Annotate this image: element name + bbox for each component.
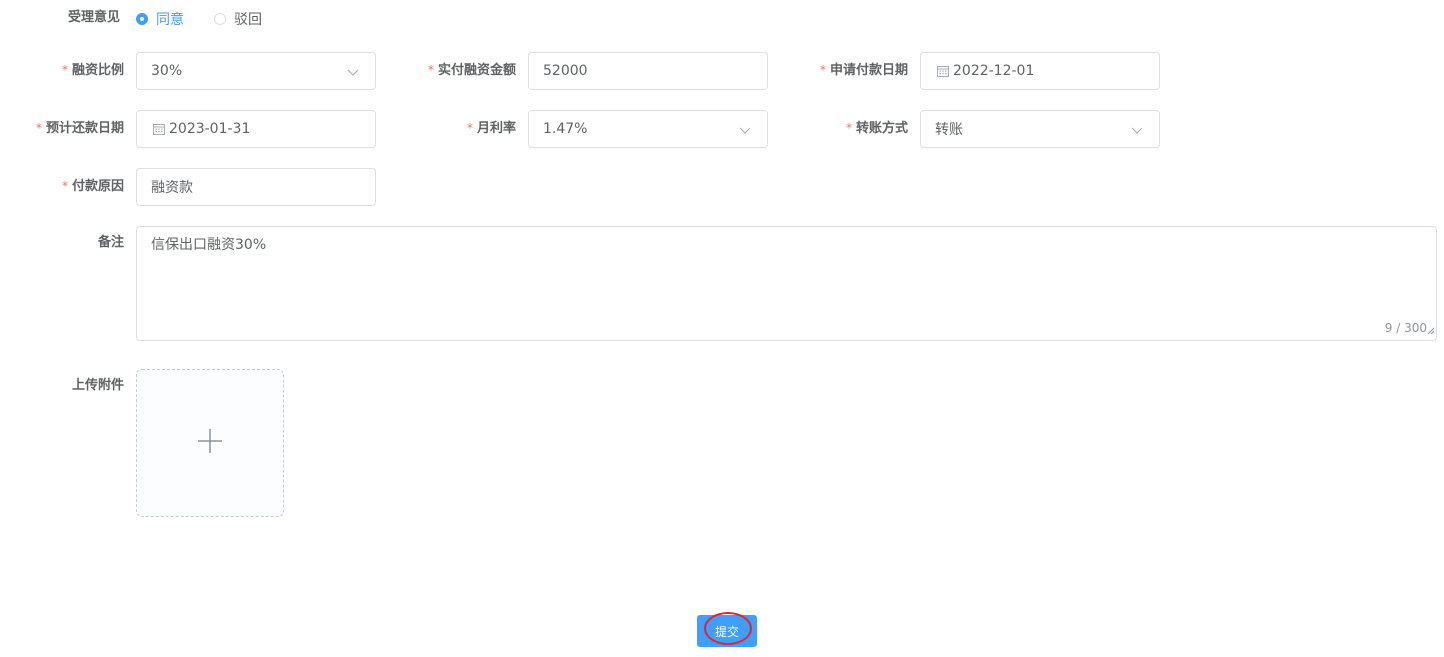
calendar-icon — [937, 65, 949, 77]
remark-label: 备注 — [97, 235, 124, 250]
chevron-down-icon — [739, 124, 751, 136]
attachment-label: 上传附件 — [71, 378, 124, 393]
transfer-method-select[interactable]: 转账 — [920, 110, 1160, 148]
required-mark: * — [845, 121, 852, 135]
chevron-down-icon — [347, 66, 359, 78]
required-mark: * — [61, 179, 68, 193]
transfer-method-value: 转账 — [935, 122, 963, 138]
actual-amount-label: * 实付融资金额 — [428, 61, 516, 80]
radio-agree-label: 同意 — [156, 12, 184, 28]
required-mark: * — [819, 63, 826, 77]
apply-date-label-text: 申请付款日期 — [829, 63, 908, 78]
upload-box[interactable] — [136, 369, 284, 517]
opinion-label: 受理意见 — [68, 10, 121, 25]
remark-value: 信保出口融资30% — [151, 237, 267, 253]
apply-date-label: * 申请付款日期 — [820, 61, 908, 80]
reason-label: * 付款原因 — [62, 177, 124, 196]
repay-date-value: 2023-01-31 — [169, 121, 251, 137]
ratio-value: 30% — [151, 63, 183, 79]
actual-amount-label-text: 实付融资金额 — [437, 63, 516, 78]
transfer-method-label: * 转账方式 — [846, 119, 908, 138]
remark-textarea[interactable]: 信保出口融资30% 9 / 300 — [136, 226, 1437, 341]
required-mark: * — [61, 63, 68, 77]
plus-icon — [197, 428, 223, 458]
repay-date-label: * 预计还款日期 — [36, 119, 124, 138]
radio-reject-dot[interactable] — [214, 13, 226, 25]
apply-date-picker[interactable]: 2022-12-01 — [920, 52, 1160, 90]
apply-date-value: 2022-12-01 — [953, 63, 1035, 79]
radio-reject-label: 驳回 — [234, 12, 262, 28]
ratio-label: * 融资比例 — [62, 61, 124, 80]
reason-value: 融资款 — [151, 180, 193, 196]
repay-date-label-text: 预计还款日期 — [45, 121, 124, 136]
radio-agree-dot[interactable] — [136, 13, 148, 25]
radio-reject[interactable]: 驳回 — [214, 9, 262, 29]
opinion-radio-group: 同意 驳回 — [136, 9, 292, 29]
monthly-rate-label: * 月利率 — [467, 119, 516, 138]
transfer-method-label-text: 转账方式 — [855, 121, 908, 136]
required-mark: * — [35, 121, 42, 135]
ratio-label-text: 融资比例 — [71, 63, 124, 78]
ratio-select[interactable]: 30% — [136, 52, 376, 90]
calendar-icon — [153, 123, 165, 135]
remark-char-counter: 9 / 300 — [1384, 321, 1427, 335]
chevron-down-icon — [1131, 124, 1143, 136]
monthly-rate-value: 1.47% — [543, 121, 588, 137]
resize-handle-icon[interactable] — [1427, 323, 1435, 339]
submit-button[interactable]: 提交 — [697, 615, 757, 647]
repay-date-picker[interactable]: 2023-01-31 — [136, 110, 376, 148]
monthly-rate-label-text: 月利率 — [476, 121, 516, 136]
reason-label-text: 付款原因 — [71, 179, 124, 194]
actual-amount-input[interactable]: 52000 — [528, 52, 768, 90]
actual-amount-value: 52000 — [543, 63, 588, 79]
required-mark: * — [466, 121, 473, 135]
radio-agree[interactable]: 同意 — [136, 9, 184, 29]
monthly-rate-select[interactable]: 1.47% — [528, 110, 768, 148]
required-mark: * — [427, 63, 434, 77]
reason-input[interactable]: 融资款 — [136, 168, 376, 206]
